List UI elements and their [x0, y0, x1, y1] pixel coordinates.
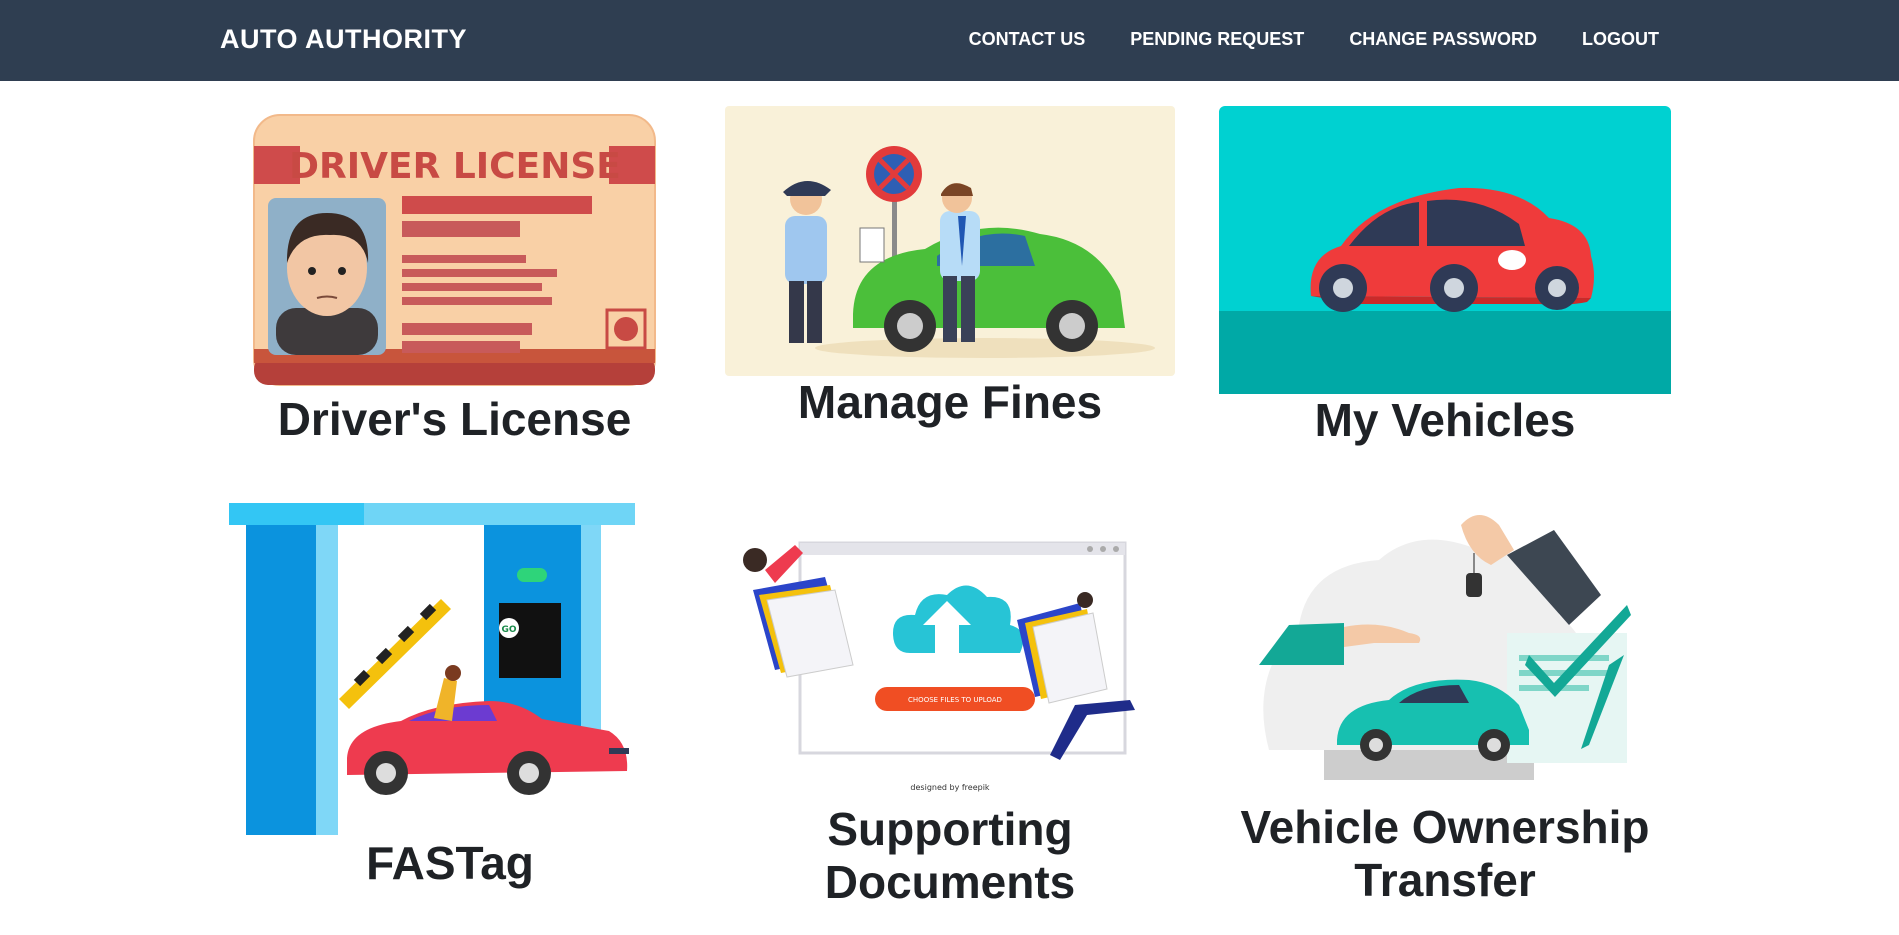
card-title: My Vehicles: [1314, 394, 1576, 446]
card-my-vehicles[interactable]: My Vehicles: [1219, 106, 1671, 451]
card-manage-fines[interactable]: Manage Fines: [725, 106, 1175, 436]
license-heading-text: DRIVER LICENSE: [289, 146, 621, 187]
nav-link-contact-us[interactable]: CONTACT US: [969, 29, 1086, 50]
file-upload-illustration: CHOOSE FILES TO UPLOAD designed by freep…: [735, 505, 1165, 805]
card-title: Supporting Documents: [824, 803, 1076, 908]
traffic-police-fine-illustration: [725, 106, 1175, 376]
card-title: Vehicle Ownership Transfer: [1240, 801, 1650, 906]
upload-button-text: CHOOSE FILES TO UPLOAD: [908, 696, 1002, 704]
top-navbar: AUTO AUTHORITY CONTACT US PENDING REQUES…: [0, 0, 1899, 81]
nav-link-pending-request[interactable]: PENDING REQUEST: [1130, 29, 1304, 50]
card-drivers-license[interactable]: DRIVER LICENSE Driver's License: [247, 108, 662, 448]
go-sign-text: GO: [501, 625, 516, 635]
card-title: Manage Fines: [797, 376, 1103, 428]
nav-link-change-password[interactable]: CHANGE PASSWORD: [1349, 29, 1537, 50]
toll-booth-illustration: GO: [229, 503, 679, 835]
card-supporting-documents[interactable]: CHOOSE FILES TO UPLOAD designed by freep…: [725, 505, 1175, 915]
nav-link-logout[interactable]: LOGOUT: [1582, 29, 1659, 50]
card-title: FASTag: [366, 837, 534, 889]
image-credit-text: designed by freepik: [910, 783, 990, 792]
red-car-illustration: [1219, 106, 1671, 394]
driver-license-illustration: DRIVER LICENSE: [252, 113, 657, 388]
card-vehicle-ownership-transfer[interactable]: Vehicle Ownership Transfer: [1219, 505, 1671, 915]
ownership-transfer-illustration: [1229, 505, 1661, 787]
nav-links: CONTACT US PENDING REQUEST CHANGE PASSWO…: [969, 29, 1659, 50]
card-fastag[interactable]: GO FASTag: [229, 503, 679, 903]
card-title: Driver's License: [277, 393, 632, 445]
brand-logo[interactable]: AUTO AUTHORITY: [220, 24, 467, 55]
